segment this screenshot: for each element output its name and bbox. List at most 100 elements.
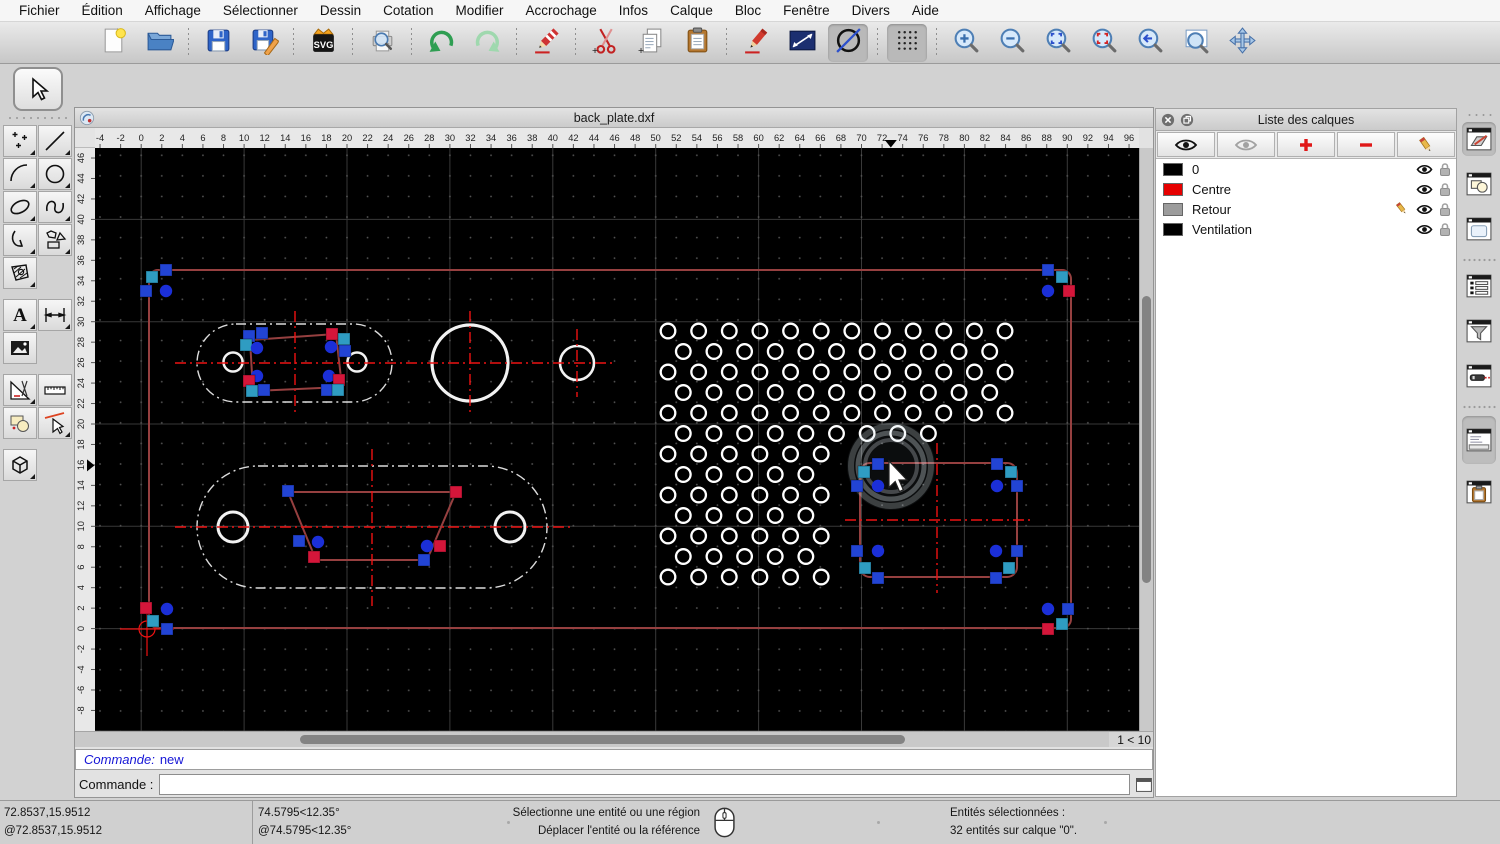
- cube-tool-button[interactable]: [3, 449, 37, 481]
- layer-visibility-eye-icon[interactable]: [1416, 203, 1433, 216]
- add-layer-button[interactable]: [1277, 132, 1335, 157]
- blocks-dock-button[interactable]: [1462, 167, 1496, 201]
- toolbar-separator: [877, 27, 878, 58]
- layer-lock-icon[interactable]: [1439, 162, 1451, 176]
- show-all-eye-button[interactable]: [1157, 132, 1215, 157]
- layer-color-swatch[interactable]: [1163, 222, 1183, 236]
- zoom-selected-button[interactable]: [1084, 24, 1124, 62]
- menu-aide[interactable]: Aide: [901, 0, 950, 21]
- zoom-in-button[interactable]: [946, 24, 986, 62]
- horizontal-scrollbar[interactable]: [75, 731, 1109, 747]
- arc-tool-button[interactable]: [3, 158, 37, 190]
- point-tool-button[interactable]: [3, 125, 37, 157]
- layer-visibility-eye-icon[interactable]: [1416, 223, 1433, 236]
- zoom-auto-button[interactable]: [1038, 24, 1078, 62]
- measure-dock-button[interactable]: [1462, 359, 1496, 393]
- svg-export-button[interactable]: SVG: [303, 24, 343, 62]
- menu-cotation[interactable]: Cotation: [372, 0, 444, 21]
- layer-row-ventilation[interactable]: Ventilation: [1156, 219, 1456, 239]
- layer-color-swatch[interactable]: [1163, 182, 1183, 196]
- cut-button[interactable]: +: [585, 24, 625, 62]
- modify-tool-icon: [10, 380, 31, 400]
- circle-line-button[interactable]: [828, 23, 868, 62]
- zoom-out-button[interactable]: [992, 24, 1032, 62]
- menu-fichier[interactable]: Fichier: [8, 0, 71, 21]
- remove-layer-button[interactable]: [1337, 132, 1395, 157]
- layer-row-retour[interactable]: Retour: [1156, 199, 1456, 219]
- drawing-canvas[interactable]: [95, 148, 1139, 731]
- dock-handle[interactable]: [1466, 112, 1492, 118]
- circle-tool-button[interactable]: [38, 158, 72, 190]
- save-button[interactable]: [198, 24, 238, 62]
- undo-button[interactable]: [421, 24, 461, 62]
- polygon-tool-button[interactable]: [38, 224, 72, 256]
- entity-list-dock-button[interactable]: [1462, 269, 1496, 303]
- hide-all-eye-button[interactable]: [1217, 132, 1275, 157]
- layer-row-0[interactable]: 0: [1156, 159, 1456, 179]
- layer-color-swatch[interactable]: [1163, 202, 1183, 216]
- menu-divers[interactable]: Divers: [841, 0, 901, 21]
- filter-dock-button[interactable]: [1462, 314, 1496, 348]
- vertical-scrollbar[interactable]: [1139, 148, 1153, 731]
- layer-lock-icon[interactable]: [1439, 182, 1451, 196]
- layer-lock-icon[interactable]: [1439, 202, 1451, 216]
- block-tool-button[interactable]: [3, 407, 37, 439]
- clipboard-dock-button[interactable]: [1462, 475, 1496, 509]
- pan-button[interactable]: [1222, 24, 1262, 62]
- deselect-tool-button[interactable]: [38, 407, 72, 439]
- menu-modifier[interactable]: Modifier: [444, 0, 514, 21]
- horizontal-scrollbar-thumb[interactable]: [300, 735, 905, 744]
- vertical-scrollbar-thumb[interactable]: [1142, 296, 1151, 583]
- grid-button[interactable]: [887, 23, 927, 62]
- menu-fenetre[interactable]: Fenêtre: [772, 0, 841, 21]
- library-dock-button[interactable]: [1462, 212, 1496, 246]
- line-tool-button[interactable]: [38, 125, 72, 157]
- polyline-tool-button[interactable]: [3, 224, 37, 256]
- menu-selectionner[interactable]: Sélectionner: [212, 0, 309, 21]
- paste-button[interactable]: [677, 24, 717, 62]
- menu-bloc[interactable]: Bloc: [724, 0, 772, 21]
- command-history-label: Commande:: [84, 752, 155, 767]
- save-as-button[interactable]: [244, 24, 284, 62]
- layers-dock-button[interactable]: [1462, 122, 1496, 156]
- command-window-button[interactable]: [1135, 777, 1153, 793]
- image-tool-button[interactable]: [3, 332, 37, 364]
- zoom-previous-button[interactable]: [1130, 24, 1170, 62]
- palette-handle[interactable]: [9, 115, 67, 121]
- layers-panel-titlebar[interactable]: Liste des calques: [1156, 109, 1456, 131]
- open-button[interactable]: [139, 24, 179, 62]
- delete-button[interactable]: [526, 24, 566, 62]
- zoom-auto-icon: [1044, 26, 1073, 60]
- dimension-tool-button[interactable]: [38, 299, 72, 331]
- drawing-window-titlebar[interactable]: back_plate.dxf: [75, 108, 1153, 128]
- spline-tool-button[interactable]: [38, 191, 72, 223]
- text-tool-button[interactable]: A: [3, 299, 37, 331]
- command-input[interactable]: [159, 774, 1131, 795]
- draw-pencil-button[interactable]: [736, 24, 776, 62]
- layer-visibility-eye-icon[interactable]: [1416, 163, 1433, 176]
- edit-layer-button[interactable]: [1397, 132, 1455, 157]
- layer-lock-icon[interactable]: [1439, 222, 1451, 236]
- command-dock-button[interactable]: [1462, 416, 1496, 464]
- menu-edition[interactable]: Édition: [71, 0, 134, 21]
- layer-row-centre[interactable]: Centre: [1156, 179, 1456, 199]
- menu-infos[interactable]: Infos: [608, 0, 659, 21]
- layer-visibility-eye-icon[interactable]: [1416, 183, 1433, 196]
- modify-tool-button[interactable]: [3, 374, 37, 406]
- menu-accrochage[interactable]: Accrochage: [514, 0, 607, 21]
- hatch-tool-button[interactable]: [3, 257, 37, 289]
- measure-tool-button[interactable]: [38, 374, 72, 406]
- zoom-window-button[interactable]: [1176, 24, 1216, 62]
- line-attributes-button[interactable]: [782, 24, 822, 62]
- layer-color-swatch[interactable]: [1163, 162, 1183, 176]
- menu-calque[interactable]: Calque: [659, 0, 724, 21]
- menu-dessin[interactable]: Dessin: [309, 0, 372, 21]
- menu-affichage[interactable]: Affichage: [134, 0, 212, 21]
- select-tool-button[interactable]: [13, 67, 63, 111]
- new-button[interactable]: [93, 24, 133, 62]
- print-preview-button[interactable]: [362, 24, 402, 62]
- redo-button[interactable]: [467, 24, 507, 62]
- ellipse-tool-button[interactable]: [3, 191, 37, 223]
- polygon-tool-icon: [46, 230, 67, 249]
- copy-button[interactable]: +: [631, 24, 671, 62]
